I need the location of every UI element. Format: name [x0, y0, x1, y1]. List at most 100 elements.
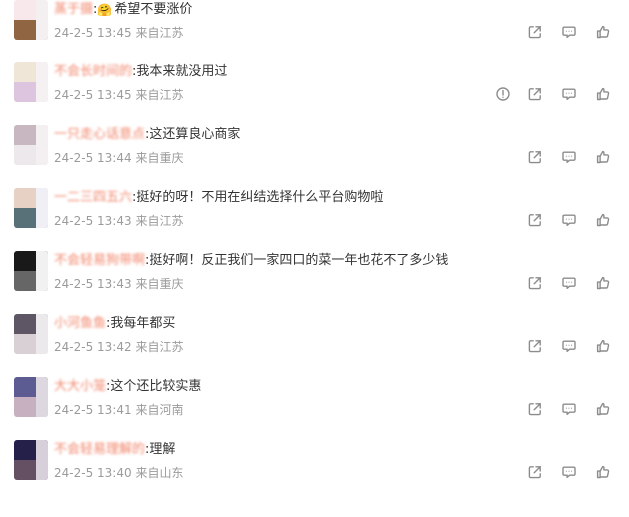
comment-date: 24-2-5 13:44 [54, 151, 132, 165]
comment-item: 小河鱼鱼:我每年都买 24-2-5 13:42 来自江苏 [0, 314, 629, 374]
comment-meta: 24-2-5 13:45 来自江苏 [54, 86, 183, 104]
avatar[interactable] [14, 62, 48, 102]
comment-icon[interactable] [561, 86, 577, 102]
comment-source: 来自山东 [135, 466, 184, 480]
comment-source: 来自重庆 [135, 277, 184, 291]
share-icon[interactable] [527, 338, 543, 354]
like-icon[interactable] [595, 275, 611, 291]
commenter-name[interactable]: 小河鱼鱼 [54, 314, 106, 334]
avatar[interactable] [14, 188, 48, 228]
share-icon[interactable] [527, 149, 543, 165]
share-icon[interactable] [527, 401, 543, 417]
comment-source: 来自江苏 [135, 26, 184, 40]
comment-source: 来自河南 [135, 403, 184, 417]
hugging-face-emoji-icon: 🤗 [97, 3, 113, 17]
comment-source: 来自重庆 [135, 151, 184, 165]
comment-icon[interactable] [561, 149, 577, 165]
like-icon[interactable] [595, 338, 611, 354]
comment-actions [527, 273, 611, 293]
avatar[interactable] [14, 314, 48, 354]
comment-actions [527, 336, 611, 356]
comment-line: 一二三四五六:挺好的呀！不用在纠结选择什么平台购物啦 [54, 188, 383, 208]
comment-actions [527, 399, 611, 419]
comment-item: 不会长时间的:我本来就没用过 24-2-5 13:45 来自江苏 [0, 62, 629, 122]
comment-icon[interactable] [561, 338, 577, 354]
avatar[interactable] [14, 377, 48, 417]
comment-text: 希望不要涨价 [114, 2, 193, 17]
comment-date: 24-2-5 13:40 [54, 466, 132, 480]
comment-meta: 24-2-5 13:44 来自重庆 [54, 149, 183, 167]
like-icon[interactable] [595, 212, 611, 228]
comment-line: 蒸于摄 :🤗 希望不要涨价 [54, 0, 192, 20]
avatar-tile [36, 377, 48, 417]
avatar-tile [36, 0, 48, 40]
comment-meta: 24-2-5 13:42 来自江苏 [54, 338, 183, 356]
comment-actions [527, 22, 611, 42]
commenter-name[interactable]: 大大小笼 [54, 377, 106, 397]
like-icon[interactable] [595, 24, 611, 40]
comment-icon[interactable] [561, 212, 577, 228]
commenter-name[interactable]: 不会轻易理解的 [54, 440, 145, 460]
comment-item: 大大小笼:这个还比较实惠 24-2-5 13:41 来自河南 [0, 377, 629, 437]
avatar-tile [36, 62, 48, 102]
commenter-name[interactable]: 一二三四五六 [54, 188, 132, 208]
comment-icon[interactable] [561, 275, 577, 291]
comment-item: 一只走心话意点:这还算良心商家 24-2-5 13:44 来自重庆 [0, 125, 629, 185]
commenter-name[interactable]: 一只走心话意点 [54, 125, 145, 145]
comment-actions [527, 462, 611, 482]
comment-line: 不会长时间的:我本来就没用过 [54, 62, 227, 82]
avatar-tile [36, 188, 48, 228]
comment-meta: 24-2-5 13:45 来自江苏 [54, 24, 183, 42]
comment-actions [527, 210, 611, 230]
comment-item: 蒸于摄 :🤗 希望不要涨价 24-2-5 13:45 来自江苏 [0, 0, 629, 60]
comment-icon[interactable] [561, 464, 577, 480]
commenter-name[interactable]: 不会长时间的 [54, 62, 132, 82]
comment-actions [495, 84, 611, 104]
share-icon[interactable] [527, 275, 543, 291]
comment-meta: 24-2-5 13:40 来自山东 [54, 464, 183, 482]
avatar[interactable] [14, 125, 48, 165]
comment-date: 24-2-5 13:43 [54, 277, 132, 291]
comment-date: 24-2-5 13:45 [54, 88, 132, 102]
comment-item: 不会轻易狗带啊:挺好啊！反正我们一家四口的菜一年也花不了多少钱 24-2-5 13… [0, 251, 629, 311]
comment-text: 我本来就没用过 [136, 64, 228, 79]
comment-meta: 24-2-5 13:43 来自江苏 [54, 212, 183, 230]
share-icon[interactable] [527, 212, 543, 228]
avatar[interactable] [14, 0, 48, 40]
avatar-tile [36, 314, 48, 354]
comment-line: 一只走心话意点:这还算良心商家 [54, 125, 240, 145]
comment-date: 24-2-5 13:43 [54, 214, 132, 228]
comment-text: 这个还比较实惠 [110, 379, 202, 394]
like-icon[interactable] [595, 86, 611, 102]
avatar[interactable] [14, 440, 48, 480]
comment-line: 大大小笼:这个还比较实惠 [54, 377, 201, 397]
comment-text: 我每年都买 [110, 316, 176, 331]
avatar-tile [36, 125, 48, 165]
comment-icon[interactable] [561, 401, 577, 417]
avatar-tile [36, 251, 48, 291]
comment-icon[interactable] [561, 24, 577, 40]
avatar-tile [36, 440, 48, 480]
comment-source: 来自江苏 [135, 340, 184, 354]
share-icon[interactable] [527, 24, 543, 40]
comment-meta: 24-2-5 13:41 来自河南 [54, 401, 183, 419]
report-icon[interactable] [495, 86, 511, 102]
comment-source: 来自江苏 [135, 88, 184, 102]
comment-meta: 24-2-5 13:43 来自重庆 [54, 275, 183, 293]
commenter-name[interactable]: 不会轻易狗带啊 [54, 251, 145, 271]
like-icon[interactable] [595, 464, 611, 480]
share-icon[interactable] [527, 86, 543, 102]
comment-text: 挺好啊！反正我们一家四口的菜一年也花不了多少钱 [149, 253, 449, 268]
comment-text: 挺好的呀！不用在纠结选择什么平台购物啦 [136, 190, 384, 205]
comment-text: 理解 [149, 442, 176, 457]
like-icon[interactable] [595, 401, 611, 417]
like-icon[interactable] [595, 149, 611, 165]
comment-actions [527, 147, 611, 167]
comment-item: 不会轻易理解的:理解 24-2-5 13:40 来自山东 [0, 440, 629, 500]
comment-date: 24-2-5 13:41 [54, 403, 132, 417]
commenter-name[interactable]: 蒸于摄 [54, 0, 93, 20]
avatar[interactable] [14, 251, 48, 291]
comment-source: 来自江苏 [135, 214, 184, 228]
share-icon[interactable] [527, 464, 543, 480]
comment-line: 不会轻易理解的:理解 [54, 440, 175, 460]
